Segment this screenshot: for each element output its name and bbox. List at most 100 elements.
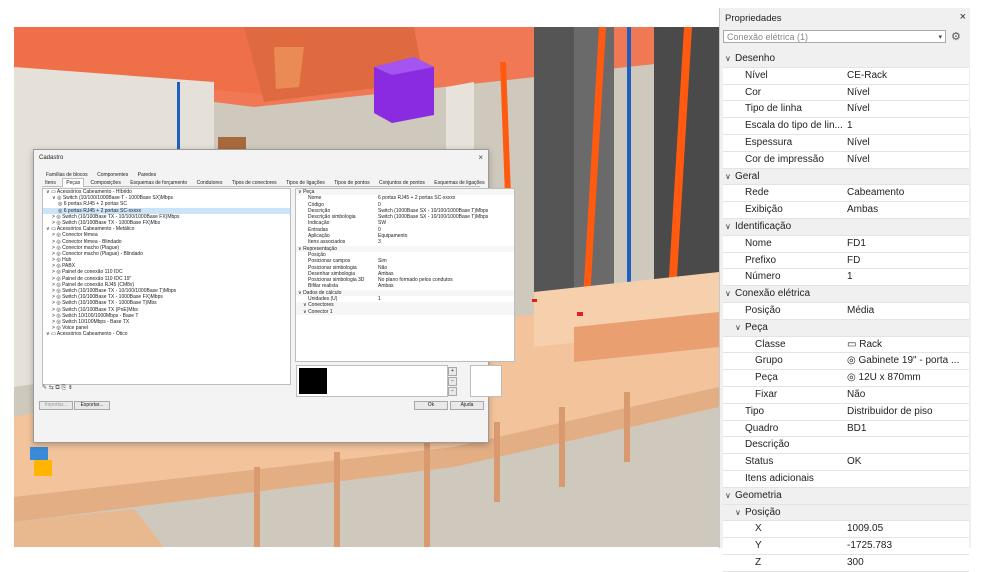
filter-settings-icon[interactable]: ⚙ [951, 30, 961, 43]
chevron-down-icon[interactable]: ∨ [735, 320, 745, 336]
property-key: Exibição [745, 204, 783, 216]
chevron-down-icon[interactable]: ∨ [725, 169, 735, 185]
part-properties-grid[interactable]: ∨ Peça Nome 6 portas RJ45 + 2 portas SC-xx… [295, 188, 515, 362]
property-value[interactable]: ◎ Gabinete 19" - porta ... [847, 353, 967, 369]
tab-pecas[interactable]: Peças [62, 178, 85, 187]
property-section[interactable]: ∨ Posição [723, 504, 969, 522]
property-row[interactable]: Tipo de linha Nível [723, 101, 969, 119]
property-section[interactable]: ∨ Conector 1 [296, 308, 514, 315]
tree-item-label: Painel de conexão 110 IDC 19" [62, 275, 132, 282]
chevron-down-icon[interactable]: ∨ [725, 286, 735, 302]
chevron-down-icon[interactable]: ∨ [725, 488, 735, 504]
property-value[interactable]: Não [847, 387, 967, 403]
parts-tree[interactable]: ∨ ▭ Acessórios Cabeamento - Híbrido ∨ ◎ S… [42, 188, 291, 385]
tab-itens[interactable]: Itens [42, 179, 59, 187]
help-button[interactable]: Ajuda [450, 401, 484, 410]
property-row[interactable]: Prefixo FD [723, 252, 969, 270]
close-icon[interactable]: × [478, 153, 483, 162]
property-value[interactable]: CE-Rack [847, 68, 967, 84]
property-value[interactable]: 300 [847, 555, 967, 571]
property-section[interactable]: ∨ Identificação [723, 218, 969, 236]
tab-tipos-de-ligacoes[interactable]: Tipos de ligações [283, 179, 328, 187]
tab-condutores[interactable]: Condutores [194, 179, 226, 187]
property-key: Tipo [745, 405, 765, 417]
property-value[interactable]: -1725.783 [847, 538, 967, 554]
property-value[interactable]: Nível [847, 101, 967, 117]
tree-item[interactable]: ∨ ▭ Acessórios Cabeamento - Ótico [43, 331, 290, 337]
chevron-down-icon[interactable]: ∨ [725, 219, 735, 235]
property-section[interactable]: ∨ Geral [723, 168, 969, 186]
import-button[interactable]: Importar... [39, 401, 73, 410]
property-section[interactable]: ∨ Peça [723, 319, 969, 337]
tab-tipos-de-pontos[interactable]: Tipos de pontos [331, 179, 372, 187]
property-row[interactable]: Escala do tipo de lin... 1 [723, 118, 969, 135]
chevron-down-icon[interactable]: ∨ [735, 505, 745, 521]
property-value[interactable]: Nível [847, 85, 967, 101]
tab-conjuntos-de-pontos[interactable]: Conjuntos de pontos [376, 179, 428, 187]
property-section[interactable]: ∨ Desenho [723, 51, 969, 68]
selection-dropdown[interactable]: Conexão elétrica (1) ▾ [723, 30, 946, 43]
property-row[interactable]: Status OK [723, 454, 969, 471]
property-section[interactable]: ∨ Geometria [723, 487, 969, 505]
property-row[interactable]: Fixar Não [723, 386, 969, 404]
property-value[interactable]: 1009.05 [847, 521, 967, 537]
property-row[interactable]: Cor de impressão Nível [723, 151, 969, 169]
property-value-text: 1 [847, 120, 853, 132]
property-row[interactable]: Itens adicionais [723, 470, 969, 488]
tab-esquemas-de-ligacoes[interactable]: Esquemas de ligações [431, 179, 487, 187]
tab-esquemas-de-forcamento[interactable]: Esquemas de forçamento [127, 179, 190, 187]
property-row[interactable]: Z 300 [723, 554, 969, 572]
property-value[interactable]: Nível [847, 152, 967, 168]
property-row[interactable]: Y -1725.783 [723, 538, 969, 555]
property-row[interactable]: Rede Cabeamento [723, 185, 969, 203]
property-value[interactable]: BD1 [847, 421, 967, 437]
property-row[interactable]: Nome FD1 [723, 235, 969, 253]
property-value-text: CE-Rack [847, 69, 888, 81]
tree-toolbar[interactable]: ✎ ⇆ ⧉ ⎘ ⇟ [42, 384, 289, 394]
property-row[interactable]: Tipo Distribuidor de piso [723, 403, 969, 421]
export-button[interactable]: Exportar... [74, 401, 110, 410]
property-key: Fixar [755, 388, 778, 400]
minus-button[interactable]: − [448, 377, 457, 386]
property-row[interactable]: Peça ◎ 12U x 870mm [723, 370, 969, 387]
property-value-text: Não [847, 388, 866, 400]
property-value[interactable]: 1 [847, 118, 967, 134]
chevron-down-icon[interactable]: ∨ [725, 51, 735, 67]
property-value[interactable]: Ambas [847, 202, 967, 218]
property-value[interactable]: ◎ 12U x 870mm [847, 370, 967, 386]
property-value[interactable]: Média [847, 303, 967, 319]
property-row[interactable]: Exibição Ambas [723, 202, 969, 219]
property-value[interactable]: 1 [847, 269, 967, 285]
property-value-text: Cabeamento [847, 187, 905, 199]
property-row[interactable]: Posição Média [723, 302, 969, 320]
property-value[interactable]: Nível [847, 135, 967, 151]
property-row[interactable]: Nível CE-Rack [723, 67, 969, 85]
tree-item-label: Switch (10/100Base TX - 1000Base T)Mbs [62, 300, 157, 307]
property-row[interactable]: X 1009.05 [723, 521, 969, 539]
add-button[interactable]: + [448, 367, 457, 376]
property-value[interactable]: Distribuidor de piso [847, 404, 967, 420]
property-row[interactable]: Número 1 [723, 269, 969, 287]
property-key: Grupo [755, 355, 783, 367]
property-value[interactable]: Cabeamento [847, 185, 967, 201]
property-row[interactable]: Cor Nível [723, 84, 969, 102]
property-value[interactable]: OK [847, 454, 967, 470]
property-value[interactable]: ▭ Rack [847, 337, 967, 353]
tab-tipos-de-conectores[interactable]: Tipos de conectores [229, 179, 280, 187]
property-row[interactable]: Espessura Nível [723, 134, 969, 152]
minus-button-2[interactable]: − [448, 387, 457, 396]
property-value[interactable]: FD [847, 253, 967, 269]
tree-item-label: Painel de conexão RJ45 (CM8v) [62, 281, 135, 288]
property-grid[interactable]: ∨ Desenho Nível CE-Rack Cor Nível Tipo de linh… [723, 51, 969, 572]
tab-composicoes[interactable]: Composições [88, 179, 124, 187]
property-row[interactable]: Quadro BD1 [723, 420, 969, 438]
property-value-text: FD [847, 254, 861, 266]
ok-button[interactable]: Ok [414, 401, 448, 410]
property-section[interactable]: ∨ Conexão elétrica [723, 286, 969, 303]
close-icon[interactable]: × [960, 11, 966, 23]
property-section-label: ∨ Conector 1 [303, 309, 333, 315]
property-value[interactable]: FD1 [847, 236, 967, 252]
property-row[interactable]: Classe ▭ Rack [723, 336, 969, 354]
property-row[interactable]: Descrição [723, 437, 969, 455]
property-row[interactable]: Grupo ◎ Gabinete 19" - porta ... [723, 353, 969, 371]
